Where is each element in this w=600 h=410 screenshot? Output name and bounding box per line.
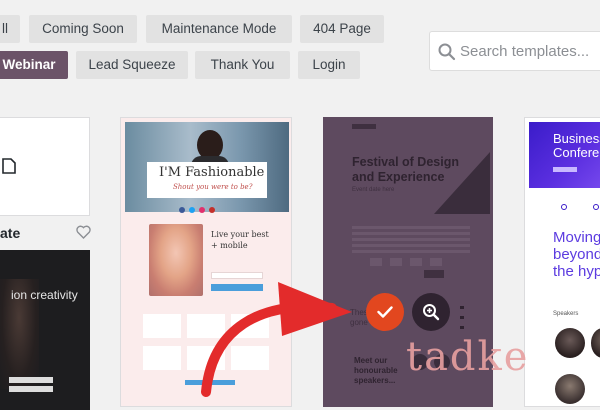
event-title: Festival of Design xyxy=(352,155,459,169)
icon-row xyxy=(593,204,599,210)
headline-line2: beyond xyxy=(553,246,600,263)
filter-maintenance-mode[interactable]: Maintenance Mode xyxy=(146,15,292,43)
template-card-left-bottom[interactable]: ion creativity xyxy=(0,250,90,410)
icon-row xyxy=(561,204,567,210)
section-text: gone xyxy=(350,318,368,327)
preview-template-button[interactable] xyxy=(412,293,450,331)
watermark-logo: tadke xyxy=(406,334,530,380)
promo-button xyxy=(211,284,263,291)
promo-image xyxy=(149,224,203,296)
speakers-heading-line3: speakers... xyxy=(354,376,396,385)
feature-grid xyxy=(143,314,271,374)
favorite-heart-icon[interactable] xyxy=(75,224,91,240)
pagination-dots xyxy=(460,306,464,336)
logo-mark xyxy=(352,124,376,129)
document-icon xyxy=(1,156,17,176)
speakers-label: Speakers xyxy=(553,311,579,317)
hero-title-box: I'M Fashionable Shout you were to be? xyxy=(147,162,267,198)
select-template-button[interactable] xyxy=(366,293,404,331)
headline: Moving xyxy=(553,229,600,246)
template-card-left-top[interactable] xyxy=(0,117,90,216)
speakers-heading: Meet our xyxy=(354,356,388,365)
hero-title: I'M Fashionable xyxy=(159,165,265,180)
check-icon xyxy=(377,306,393,318)
search-icon xyxy=(438,43,456,61)
form-field xyxy=(9,377,53,383)
filter-thank-you[interactable]: Thank You xyxy=(195,51,290,79)
body-text-block xyxy=(352,226,470,256)
speakers-heading-line2: honourable xyxy=(354,366,398,375)
speaker-photo xyxy=(555,328,585,358)
form-field xyxy=(9,386,53,392)
filter-404-page[interactable]: 404 Page xyxy=(300,15,384,43)
search-input[interactable] xyxy=(460,40,600,62)
search-box xyxy=(429,31,600,71)
register-button xyxy=(424,270,444,278)
filter-webinar[interactable]: Webinar xyxy=(0,51,68,79)
filter-coming-soon[interactable]: Coming Soon xyxy=(29,15,137,43)
event-subtitle: Event date here xyxy=(352,187,395,193)
headline-line3: the hyp xyxy=(553,263,600,280)
hero-title-line2: Confere xyxy=(553,145,600,160)
footer-buttons xyxy=(185,380,235,385)
hero-button xyxy=(553,167,577,172)
template-card-fashionable[interactable]: I'M Fashionable Shout you were to be? Li… xyxy=(120,117,292,407)
promo-title: Live your best xyxy=(211,230,269,239)
countdown-boxes xyxy=(370,258,442,266)
template-name: ate xyxy=(0,225,21,241)
magnifier-plus-icon xyxy=(423,304,440,321)
card-tagline: ion creativity xyxy=(11,288,78,302)
hero-tagline: Shout you were to be? xyxy=(173,183,253,191)
template-card-business-conference[interactable]: Business Confere Moving beyond the hyp S… xyxy=(524,117,600,407)
social-icons xyxy=(179,200,235,213)
speaker-photo xyxy=(591,328,600,358)
filter-login[interactable]: Login xyxy=(298,51,360,79)
promo-subtitle: + mobile xyxy=(211,241,248,250)
hero-title: Business xyxy=(553,131,600,146)
filter-lead-squeeze[interactable]: Lead Squeeze xyxy=(76,51,188,79)
filter-all[interactable]: ll xyxy=(0,15,20,43)
event-title-line2: and Experience xyxy=(352,170,445,184)
promo-input xyxy=(211,272,263,279)
